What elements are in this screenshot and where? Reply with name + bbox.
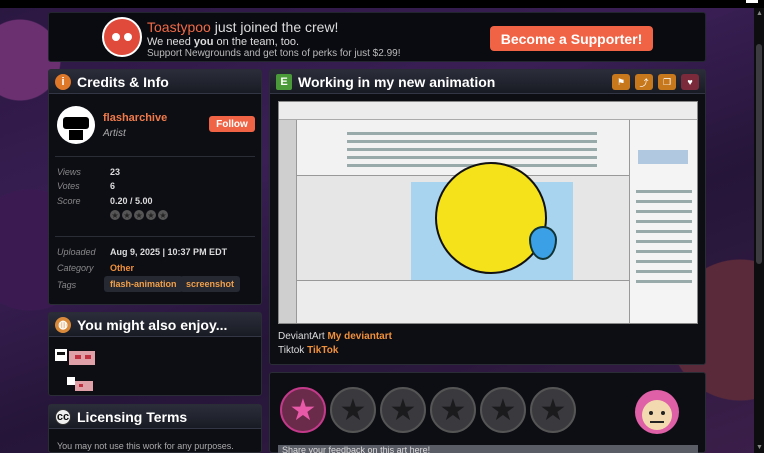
flash-timeline bbox=[297, 120, 629, 176]
tiktok-link[interactable]: TikTok bbox=[307, 345, 338, 356]
related-header: ◍ You might also enjoy... bbox=[49, 313, 261, 337]
deviantart-line: DeviantArt My deviantart bbox=[278, 331, 392, 342]
cc-icon: cc bbox=[55, 408, 71, 425]
votes-label: Votes bbox=[57, 181, 80, 191]
banner-line3: Support Newgrounds and get tons of perks… bbox=[147, 48, 401, 59]
review-panel: ★ ★ ★ ★ ★ ★ Share your feedback on this … bbox=[269, 372, 706, 453]
divider bbox=[55, 236, 255, 237]
artwork-image[interactable] bbox=[278, 101, 698, 324]
tag[interactable]: screenshot bbox=[180, 276, 241, 292]
flash-stage bbox=[297, 162, 629, 280]
related-panel: ◍ You might also enjoy... bbox=[48, 312, 262, 396]
star-icon: ★ bbox=[158, 210, 168, 220]
divider bbox=[55, 156, 255, 157]
rating-stars: ★ ★ ★ ★ ★ ★ bbox=[280, 387, 576, 433]
star-icon[interactable]: ★ bbox=[380, 387, 426, 433]
star-icon[interactable]: ★ bbox=[530, 387, 576, 433]
author-name[interactable]: flasharchive bbox=[103, 112, 167, 124]
info-icon: i bbox=[55, 73, 71, 90]
tags-label: Tags bbox=[57, 280, 77, 290]
scroll-down-icon[interactable]: ▼ bbox=[756, 444, 763, 451]
licensing-header: cc Licensing Terms bbox=[49, 405, 261, 429]
licensing-text: You may not use this work for any purpos… bbox=[57, 441, 234, 451]
licensing-panel: cc Licensing Terms You may not use this … bbox=[48, 404, 262, 453]
author-role: Artist bbox=[103, 128, 126, 139]
credits-title: Credits & Info bbox=[77, 73, 169, 90]
star-icon: ★ bbox=[122, 210, 132, 220]
become-supporter-button[interactable]: Become a Supporter! bbox=[490, 26, 653, 51]
category-label: Category bbox=[57, 263, 94, 273]
art-panel: E Working in my new animation ⚑ ⤴ ❐ ♥ De… bbox=[269, 69, 706, 365]
licensing-title: Licensing Terms bbox=[77, 408, 188, 425]
star-icon: ★ bbox=[110, 210, 120, 220]
follow-button[interactable]: Follow bbox=[209, 116, 255, 132]
credits-header: i Credits & Info bbox=[49, 70, 261, 94]
scrollbar[interactable]: ▲ ▼ bbox=[754, 8, 764, 453]
related-title: You might also enjoy... bbox=[77, 316, 228, 333]
favorite-icon[interactable]: ❐ bbox=[658, 74, 676, 90]
star-icon: ★ bbox=[134, 210, 144, 220]
flash-menubar bbox=[279, 102, 697, 120]
scroll-up-icon[interactable]: ▲ bbox=[756, 10, 763, 17]
uploaded-label: Uploaded bbox=[57, 247, 96, 257]
star-icon[interactable]: ★ bbox=[280, 387, 326, 433]
banner-username[interactable]: Toastypoo bbox=[147, 19, 211, 35]
star-icon[interactable]: ★ bbox=[430, 387, 476, 433]
score-stars: ★ ★ ★ ★ ★ bbox=[110, 210, 168, 220]
scrollbar-thumb[interactable] bbox=[756, 44, 762, 264]
tag[interactable]: flash-animation bbox=[104, 276, 183, 292]
supporter-banner: Toastypoo just joined the crew! We need … bbox=[48, 12, 706, 62]
flash-library bbox=[629, 120, 697, 323]
score-label: Score bbox=[57, 196, 81, 206]
rating-mascot bbox=[635, 390, 679, 434]
art-toolbar: ⚑ ⤴ ❐ ♥ bbox=[612, 74, 699, 90]
tiktok-line: Tiktok TikTok bbox=[278, 345, 339, 356]
share-icon[interactable]: ⤴ bbox=[635, 74, 653, 90]
top-bar bbox=[0, 0, 764, 8]
banner-line2: We need you on the team, too. bbox=[147, 36, 300, 48]
votes-value: 6 bbox=[110, 181, 116, 191]
credits-panel: i Credits & Info flasharchive Artist Fol… bbox=[48, 69, 262, 305]
deviantart-link[interactable]: My deviantart bbox=[327, 331, 391, 342]
feedback-input[interactable]: Share your feedback on this art here! bbox=[278, 445, 698, 453]
art-icon: E bbox=[276, 73, 292, 90]
avatar[interactable] bbox=[57, 106, 95, 144]
newgrounds-logo bbox=[102, 17, 142, 57]
score-value: 0.20 / 5.00 bbox=[110, 196, 153, 206]
banner-headline: Toastypoo just joined the crew! bbox=[147, 19, 339, 35]
flag-icon[interactable]: ⚑ bbox=[612, 74, 630, 90]
palette-icon: ◍ bbox=[55, 316, 71, 333]
star-icon: ★ bbox=[146, 210, 156, 220]
heart-icon[interactable]: ♥ bbox=[681, 74, 699, 90]
flash-toolbox bbox=[279, 120, 297, 323]
flash-properties bbox=[297, 280, 629, 323]
star-icon[interactable]: ★ bbox=[480, 387, 526, 433]
views-value: 23 bbox=[110, 167, 121, 177]
views-label: Views bbox=[57, 167, 81, 177]
star-icon[interactable]: ★ bbox=[330, 387, 376, 433]
category-value[interactable]: Other bbox=[110, 263, 134, 273]
close-icon[interactable] bbox=[746, 0, 758, 3]
uploaded-value: Aug 9, 2025 | 10:37 PM EDT bbox=[110, 247, 228, 257]
art-title: Working in my new animation bbox=[298, 73, 496, 90]
related-thumbnail[interactable] bbox=[55, 343, 97, 367]
related-thumbnail[interactable] bbox=[67, 375, 93, 393]
